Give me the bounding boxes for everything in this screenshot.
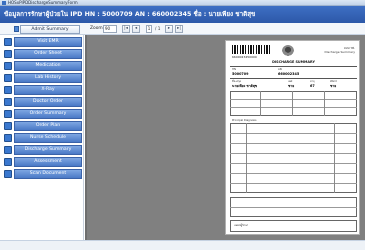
grid-line — [292, 91, 293, 116]
app-icon — [2, 1, 6, 5]
barcode — [232, 45, 270, 54]
hn-value: 5000709 — [232, 72, 249, 76]
grid-line — [230, 143, 357, 144]
grid-line — [324, 91, 325, 116]
divider — [230, 78, 357, 79]
sidebar: Visit EMR Order Sheet Medication Lab His… — [0, 35, 84, 240]
plan-icon — [4, 122, 12, 130]
sidebar-item-label: Order Sheet — [14, 49, 82, 59]
nurse-icon — [4, 134, 12, 142]
grid-line — [230, 99, 357, 100]
sidebar-item-label: Scan Document — [14, 169, 82, 179]
document-page: 6600023450000 แบบ รพ. Discharge Summary … — [225, 40, 360, 235]
document-title: DISCHARGE SUMMARY — [272, 60, 315, 64]
sex-value: ชาย — [288, 84, 295, 88]
last-page-button[interactable]: ▸| — [175, 25, 183, 33]
admit-summary-tab[interactable]: Admit Summary — [20, 25, 80, 34]
sidebar-item-label: Order Summary — [14, 109, 82, 119]
grid-line — [230, 173, 357, 174]
xray-icon — [4, 86, 12, 94]
medication-icon — [4, 62, 12, 70]
sidebar-item-discharge-summary[interactable]: Discharge Summary — [0, 145, 84, 155]
garuda-emblem-icon — [282, 45, 294, 57]
discharge-icon — [4, 146, 12, 154]
lab-icon — [4, 74, 12, 82]
barcode-number: 6600023450000 — [232, 55, 257, 59]
grid-line — [246, 123, 247, 193]
sidebar-item-xray[interactable]: X-Ray — [0, 85, 84, 95]
page-field[interactable]: 1 — [146, 25, 152, 33]
toolbar: Admit Summary Zoom 90 |◂ ◂ 1 / 1 ▸ ▸| — [0, 23, 365, 35]
sidebar-item-order-sheet[interactable]: Order Sheet — [0, 49, 84, 59]
sidebar-item-lab-history[interactable]: Lab History — [0, 73, 84, 83]
divider — [230, 66, 357, 67]
viewer-divider — [85, 35, 87, 240]
an-value: 660002345 — [278, 72, 300, 76]
sidebar-item-assessment[interactable]: Assessment — [0, 157, 84, 167]
app-window: HOSxPIPDDischargeSummaryForm ข้อมูลการรั… — [0, 0, 365, 250]
attending-physician-label: แพทย์ผู้รักษา — [234, 224, 249, 227]
sidebar-item-order-plan[interactable]: Order Plan — [0, 121, 84, 131]
patient-header-text: ข้อมูลการรักษาผู้ป่วยใน IPD HN : 5000709… — [4, 11, 256, 18]
grid-line — [260, 91, 261, 116]
zoom-field[interactable]: 90 — [103, 25, 117, 33]
sidebar-item-order-summary[interactable]: Order Summary — [0, 109, 84, 119]
sidebar-item-label: Discharge Summary — [14, 145, 82, 155]
admission-info-box — [230, 91, 357, 116]
status-bar — [0, 240, 365, 250]
scan-icon — [4, 170, 12, 178]
age-value: 67 — [310, 84, 315, 88]
prev-page-button[interactable]: ◂ — [132, 25, 140, 33]
grid-line — [230, 133, 357, 134]
sidebar-item-label: Nurse Schedule — [14, 133, 82, 143]
grid-line — [230, 183, 357, 184]
grid-line — [230, 153, 357, 154]
grid-line — [334, 123, 335, 193]
sidebar-item-label: Order Plan — [14, 121, 82, 131]
patient-header: ข้อมูลการรักษาผู้ป่วยใน IPD HN : 5000709… — [0, 6, 365, 23]
page-total: / 1 — [155, 26, 161, 31]
sidebar-item-label: Assessment — [14, 157, 82, 167]
form-code-line2: Discharge Summary — [324, 50, 355, 54]
ward-value: ชาย — [330, 84, 337, 88]
sidebar-item-visit-emr[interactable]: Visit EMR — [0, 37, 84, 47]
emr-icon — [4, 38, 12, 46]
ward-label: Ward — [330, 80, 337, 83]
sidebar-item-label: Doctor Order — [14, 97, 82, 107]
grid-line — [230, 163, 357, 164]
zoom-label: Zoom — [90, 26, 103, 31]
next-page-button[interactable]: ▸ — [165, 25, 173, 33]
signature-box — [230, 220, 357, 232]
sidebar-item-label: X-Ray — [14, 85, 82, 95]
grid-line — [230, 207, 357, 208]
order-sheet-icon — [4, 50, 12, 58]
sidebar-item-label: Lab History — [14, 73, 82, 83]
form-code: แบบ รพ. Discharge Summary — [325, 46, 355, 54]
grid-line — [230, 107, 357, 108]
summary-icon — [4, 110, 12, 118]
sidebar-item-label: Visit EMR — [14, 37, 82, 47]
hn-label: HN — [232, 68, 236, 71]
sidebar-item-scan-document[interactable]: Scan Document — [0, 169, 84, 179]
an-label: AN — [278, 68, 282, 71]
doctor-icon — [4, 98, 12, 106]
sidebar-item-doctor-order[interactable]: Doctor Order — [0, 97, 84, 107]
first-page-button[interactable]: |◂ — [122, 25, 130, 33]
patient-name: นายเพียง ชาติสุข — [232, 84, 258, 88]
sidebar-item-label: Medication — [14, 61, 82, 71]
sidebar-item-medication[interactable]: Medication — [0, 61, 84, 71]
diagnosis-label: Principal Diagnosis — [232, 119, 257, 122]
assessment-icon — [4, 158, 12, 166]
document-icon — [14, 26, 19, 32]
sidebar-item-nurse-schedule[interactable]: Nurse Schedule — [0, 133, 84, 143]
